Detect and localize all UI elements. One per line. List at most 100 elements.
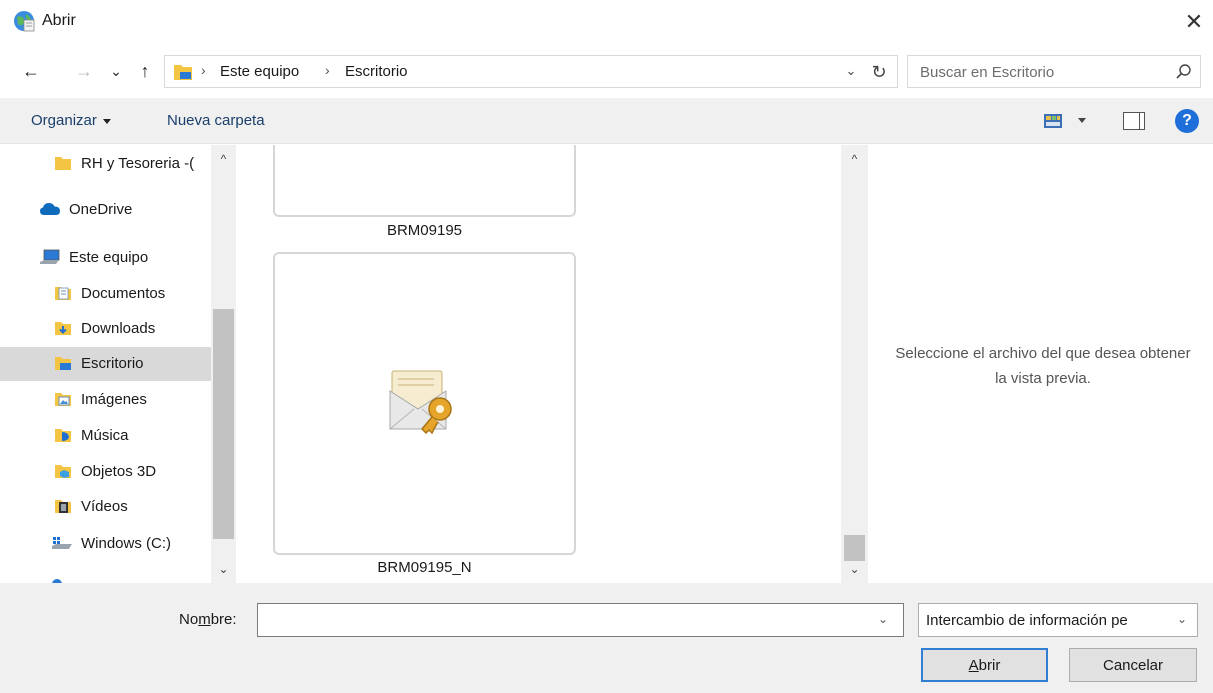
organize-label: Organizar [31,112,97,129]
search-input[interactable]: Buscar en Escritorio [907,55,1201,88]
back-arrow-icon: ← [22,60,40,81]
documents-icon [55,287,71,300]
sidebar-item-label: Objetos 3D [81,463,157,480]
sidebar-item-label: Vídeos [81,498,128,515]
drive-icon [52,537,72,549]
sidebar-item-label: OneDrive [69,201,133,218]
file-name-label-accelerator: m [198,611,211,628]
music-icon [55,429,71,442]
sidebar-item-label: Imágenes [81,391,147,408]
new-folder-button[interactable]: Nueva carpeta [167,112,265,129]
sidebar-scrollbar[interactable]: ^ ⌄ [211,145,236,583]
file-list: BRM09195 BRM09195_N ^ ⌄ [236,145,868,583]
open-button[interactable]: Abrir [921,648,1048,682]
chevron-down-icon[interactable]: ⌄ [878,612,888,626]
scroll-up-arrow-icon[interactable]: ^ [211,149,236,169]
preview-pane: Seleccione el archivo del que desea obte… [868,145,1213,583]
breadcrumb-separator: › [201,62,206,78]
file-tile[interactable] [273,252,576,555]
file-type-select[interactable]: Intercambio de información pe ⌄ [918,603,1198,637]
breadcrumb-escritorio[interactable]: Escritorio [345,63,408,80]
close-icon: ✕ [1184,9,1204,34]
sidebar-item-objetos-3d[interactable]: Objetos 3D [0,455,211,489]
sidebar-item-imagenes[interactable]: Imágenes [0,383,211,417]
dialog-footer: Nombre: ⌄ Intercambio de información pe … [0,583,1213,693]
sidebar-item-escritorio[interactable]: Escritorio [0,347,211,381]
sidebar-item-windows-c[interactable]: Windows (C:) [0,527,211,561]
sidebar-item-label: RH y Tesoreria -( [81,155,195,172]
refresh-icon: ↻ [871,61,887,82]
scroll-down-arrow-icon[interactable]: ⌄ [842,559,867,579]
sidebar-item-este-equipo[interactable]: Este equipo [0,241,211,275]
file-name[interactable]: BRM09195 [273,222,576,239]
open-accelerator: A [968,656,979,674]
objects-3d-icon [55,465,71,478]
scrollbar-thumb[interactable] [844,535,865,561]
file-name-label-text: bre: [210,611,237,628]
breadcrumb-separator: › [325,62,330,78]
file-name[interactable]: BRM09195_N [273,559,576,576]
sidebar-item-label: Música [81,427,129,444]
help-icon: ? [1182,112,1192,129]
address-row: ← → ⌄ ↑ › Este equipo › Escritorio ⌄ ↻ B… [0,44,1213,98]
address-dropdown-button[interactable]: ⌄ [841,61,861,81]
scroll-up-arrow-icon[interactable]: ^ [842,149,867,169]
cloud-icon [40,203,60,215]
chevron-down-icon: ⌄ [110,62,122,79]
scroll-down-arrow-icon[interactable]: ⌄ [211,559,236,579]
videos-icon [55,500,71,513]
file-name-label: Nombre: [179,611,237,628]
desktop-icon [55,357,71,370]
globe-icon [14,11,35,32]
new-folder-label: Nueva carpeta [167,112,265,129]
search-placeholder: Buscar en Escritorio [920,64,1055,81]
computer-icon [40,249,60,264]
help-button[interactable]: ? [1175,109,1199,133]
sidebar-item-label: Downloads [81,320,156,337]
change-view-icon[interactable] [1044,114,1062,128]
refresh-button[interactable]: ↻ [867,60,891,84]
breadcrumb-este-equipo[interactable]: Este equipo [220,63,299,80]
sidebar-item-downloads[interactable]: Downloads [0,312,211,346]
pictures-icon [55,393,71,406]
scrollbar-thumb[interactable] [213,309,234,539]
file-type-value: Intercambio de información pe [926,612,1128,629]
recent-locations-button[interactable]: ⌄ [105,60,127,82]
certificate-file-icon [389,370,452,435]
title-bar: Abrir ✕ [0,0,1213,44]
sidebar-item-musica[interactable]: Música [0,419,211,453]
window-title: Abrir [42,12,76,29]
content-scrollbar[interactable]: ^ ⌄ [841,145,868,583]
sidebar-item-onedrive[interactable]: OneDrive [0,193,211,227]
cancel-button[interactable]: Cancelar [1069,648,1197,682]
desktop-folder-icon [174,65,192,80]
up-arrow-icon: ↑ [140,60,150,81]
search-icon [1176,64,1191,79]
file-name-input[interactable] [257,603,904,637]
chevron-down-icon: ⌄ [1177,612,1188,626]
sidebar-item-rh-tesoreria[interactable]: RH y Tesoreria -( [0,147,211,181]
sidebar-item-label: Este equipo [69,249,149,266]
close-button[interactable]: ✕ [1180,8,1208,36]
organize-button[interactable]: Organizar [31,112,111,129]
file-name-label-text: No [179,611,199,628]
command-bar: Organizar Nueva carpeta ? [0,98,1213,144]
forward-button[interactable]: → [73,60,95,82]
sidebar-item-label: Documentos [81,285,166,302]
up-button[interactable]: ↑ [134,60,156,82]
navigation-pane: RH y Tesoreria -( OneDrive Este equipo D… [0,145,236,583]
sidebar-item-label: Windows (C:) [81,535,172,552]
forward-arrow-icon: → [75,60,93,81]
file-tile[interactable] [273,145,576,217]
sidebar-item-videos[interactable]: Vídeos [0,490,211,524]
address-bar[interactable]: › Este equipo › Escritorio ⌄ ↻ [164,55,898,88]
folder-icon [55,157,71,170]
back-button[interactable]: ← [20,60,42,82]
chevron-down-icon: ⌄ [845,63,857,78]
preview-pane-toggle[interactable] [1123,112,1145,130]
sidebar-item-label: Escritorio [81,355,144,372]
sidebar-item-documentos[interactable]: Documentos [0,277,211,311]
preview-message: Seleccione el archivo del que desea obte… [895,345,1191,387]
view-options-caret-icon[interactable] [1078,118,1086,123]
caret-down-icon [102,118,111,124]
